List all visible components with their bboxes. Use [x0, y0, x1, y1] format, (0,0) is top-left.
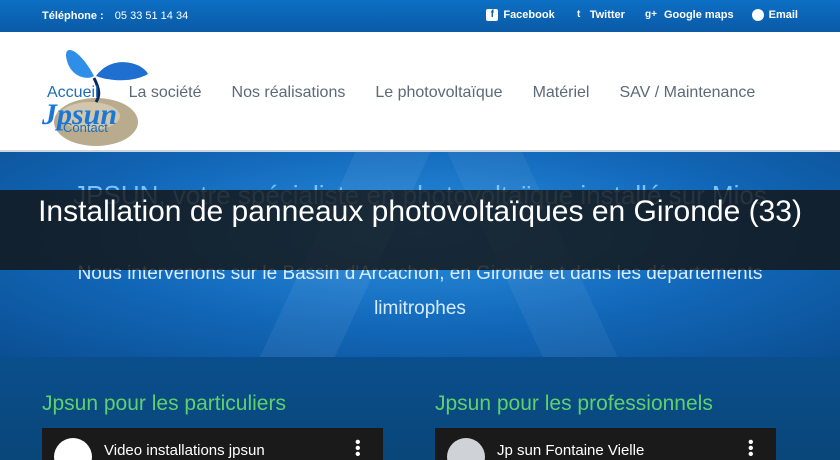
facebook-link[interactable]: f Facebook — [486, 9, 555, 21]
google-maps-label: Google maps — [663, 9, 734, 21]
channel-avatar — [447, 438, 485, 460]
twitter-link[interactable]: t Twitter — [573, 9, 625, 21]
services-section: Jpsun pour les particuliers Jpsun pour l… — [0, 357, 840, 460]
page-title: Installation de panneaux photovoltaïques… — [38, 195, 802, 228]
phone-label: Téléphone : — [42, 10, 104, 22]
channel-avatar — [54, 438, 92, 460]
video-title[interactable]: Video installations jpsun — [104, 442, 265, 459]
video-title[interactable]: Jp sun Fontaine Vielle — [497, 442, 644, 459]
nav-sav-maintenance[interactable]: SAV / Maintenance — [619, 84, 755, 102]
professionnels-title: Jpsun pour les professionnels — [435, 392, 713, 415]
particuliers-title: Jpsun pour les particuliers — [42, 392, 286, 415]
twitter-icon: t — [577, 9, 581, 20]
main-nav: Accueil La société Nos réalisations Le p… — [47, 84, 755, 102]
nav-materiel[interactable]: Matériel — [533, 84, 590, 102]
chat-bubble-icon — [751, 9, 764, 21]
title-banner: Installation de panneaux photovoltaïques… — [0, 190, 840, 270]
facebook-icon: f — [486, 9, 499, 21]
twitter-label: Twitter — [589, 9, 625, 21]
video-embed-particuliers[interactable]: Video installations jpsun • • • — [42, 428, 383, 460]
phone-number[interactable]: 05 33 51 14 34 — [115, 10, 188, 22]
facebook-label: Facebook — [503, 9, 555, 21]
top-bar: Téléphone : 05 33 51 14 34 f Facebook t … — [0, 0, 840, 32]
google-plus-icon: g+ — [644, 9, 657, 20]
email-link[interactable]: Email — [751, 9, 798, 21]
more-options-icon[interactable]: • • • — [748, 435, 754, 460]
phone-info: Téléphone : 05 33 51 14 34 — [42, 10, 188, 22]
nav-le-photovoltaique[interactable]: Le photovoltaïque — [375, 84, 502, 102]
social-links: f Facebook t Twitter g+ Google maps Emai… — [486, 9, 798, 21]
nav-nos-realisations[interactable]: Nos réalisations — [232, 84, 346, 102]
google-maps-link[interactable]: g+ Google maps — [643, 9, 734, 21]
more-options-icon[interactable]: • • • — [355, 435, 361, 460]
nav-la-societe[interactable]: La société — [129, 84, 202, 102]
email-label: Email — [768, 9, 798, 21]
site-header: Jpsun Accueil La société Nos réalisation… — [0, 32, 840, 152]
nav-accueil[interactable]: Accueil — [47, 84, 99, 102]
video-embed-professionnels[interactable]: Jp sun Fontaine Vielle • • • — [435, 428, 776, 460]
nav-contact[interactable]: Contact — [63, 120, 108, 135]
